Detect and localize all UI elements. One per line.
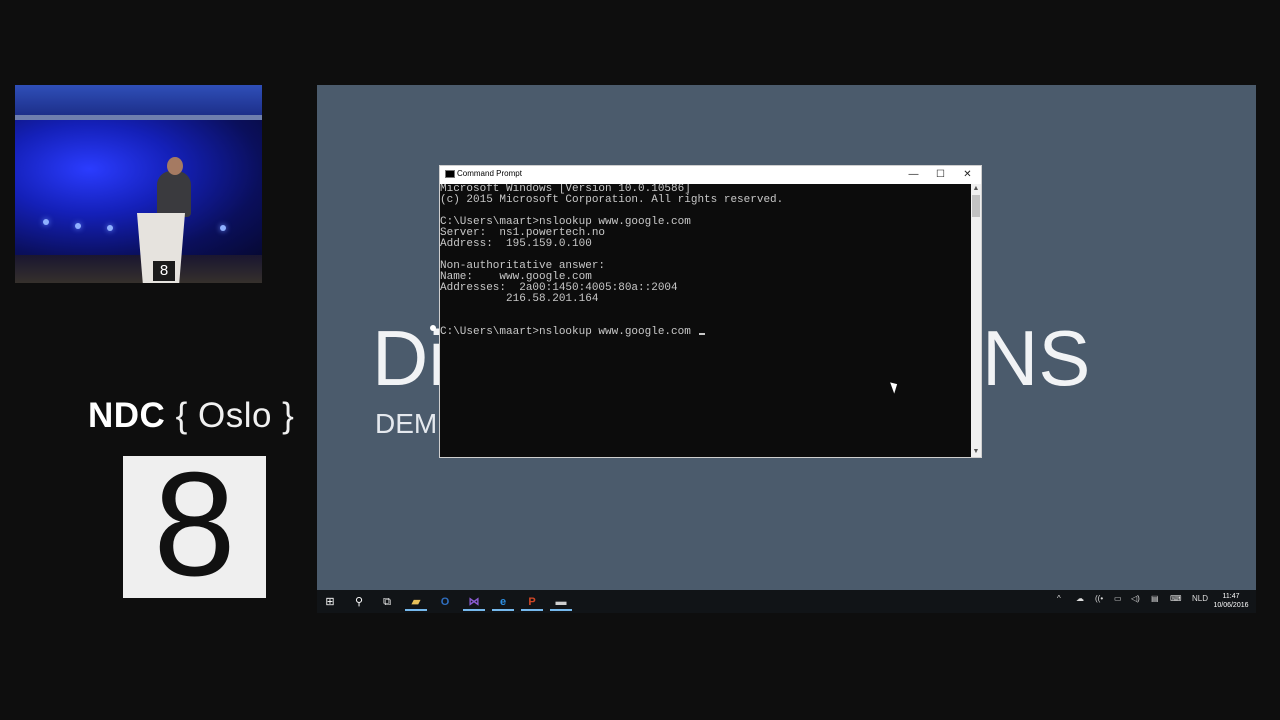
window-title: Command Prompt — [457, 169, 522, 178]
laser-dot — [430, 325, 436, 331]
keyboard-icon[interactable]: ⌨ — [1170, 594, 1182, 603]
vertical-scrollbar[interactable]: ▲ ▼ — [971, 184, 981, 457]
clock-time: 11:47 — [1222, 593, 1240, 600]
conference-name: NDC — [88, 396, 166, 435]
battery-icon[interactable]: ▭ — [1114, 594, 1122, 603]
podium-badge: 8 — [153, 261, 175, 281]
camera-stage-backdrop — [15, 120, 262, 260]
slide-title-right: NS — [982, 314, 1091, 402]
scroll-up-icon[interactable]: ▲ — [971, 184, 981, 194]
system-clock[interactable]: 11:47 10/06/2016 — [1210, 592, 1252, 610]
console-output[interactable]: Microsoft Windows [Version 10.0.10586] (c… — [440, 184, 971, 457]
presenter-desktop: Di NS DEM Command Prompt — ☐ ✕ Microsoft… — [317, 85, 1256, 613]
scroll-down-icon[interactable]: ▼ — [971, 447, 981, 457]
slide-subtitle: DEM — [375, 408, 438, 439]
volume-icon[interactable]: ◁) — [1131, 594, 1140, 603]
tray-chevron-icon[interactable]: ^ — [1057, 594, 1061, 603]
console-line: (c) 2015 Microsoft Corporation. All righ… — [440, 194, 784, 206]
stage-light — [107, 225, 113, 231]
clock-date: 10/06/2016 — [1213, 602, 1249, 609]
conference-city: { Oslo } — [175, 396, 295, 435]
cmd-app-icon — [445, 170, 455, 178]
command-prompt-window[interactable]: Command Prompt — ☐ ✕ Microsoft Windows [… — [439, 165, 982, 458]
edge-icon[interactable]: e — [492, 593, 514, 611]
stage-light — [220, 225, 226, 231]
console-line: 216.58.201.164 — [440, 293, 599, 305]
notifications-icon[interactable]: ▤ — [1151, 594, 1159, 603]
maximize-button[interactable]: ☐ — [927, 166, 954, 184]
scroll-thumb[interactable] — [972, 195, 980, 217]
console-line: Address: 195.159.0.100 — [440, 238, 592, 250]
room-number-badge: 8 — [123, 442, 266, 607]
console-line: C:\Users\maart>nslookup www.google.com — [440, 327, 971, 338]
stage-light — [43, 219, 49, 225]
network-icon[interactable]: ((• — [1095, 594, 1103, 603]
powerpoint-icon[interactable]: P — [521, 593, 543, 611]
room-number: 8 — [153, 442, 236, 607]
conference-title: NDC { Oslo } — [88, 396, 294, 436]
text-cursor — [699, 333, 706, 335]
windows-taskbar: ⊞ ⚲ ⧉ ▰ O ⋈ e P ▬ ^ ☁ ((• ▭ ◁) ▤ ⌨ NLD 11:47 … — [317, 590, 1256, 613]
speaker-head — [167, 157, 183, 175]
console-text: Microsoft Windows [Version 10.0.10586] (c… — [440, 184, 971, 338]
task-view-icon[interactable]: ⧉ — [376, 593, 398, 611]
file-explorer-icon[interactable]: ▰ — [405, 593, 427, 611]
minimize-button[interactable]: — — [900, 166, 927, 184]
start-icon[interactable]: ⊞ — [319, 593, 341, 611]
search-icon[interactable]: ⚲ — [348, 593, 370, 611]
speaker-body — [157, 171, 191, 217]
stage-light — [75, 223, 81, 229]
command-prompt-icon[interactable]: ▬ — [550, 593, 572, 611]
camera-floor — [15, 255, 262, 283]
window-titlebar[interactable]: Command Prompt — ☐ ✕ — [440, 166, 981, 184]
visual-studio-icon[interactable]: ⋈ — [463, 593, 485, 611]
onedrive-icon[interactable]: ☁ — [1076, 594, 1084, 603]
language-indicator[interactable]: NLD — [1192, 594, 1208, 603]
camera-ceiling — [15, 85, 262, 115]
speaker-camera-feed: 8 — [15, 85, 262, 283]
close-button[interactable]: ✕ — [954, 166, 981, 184]
outlook-icon[interactable]: O — [434, 593, 456, 611]
